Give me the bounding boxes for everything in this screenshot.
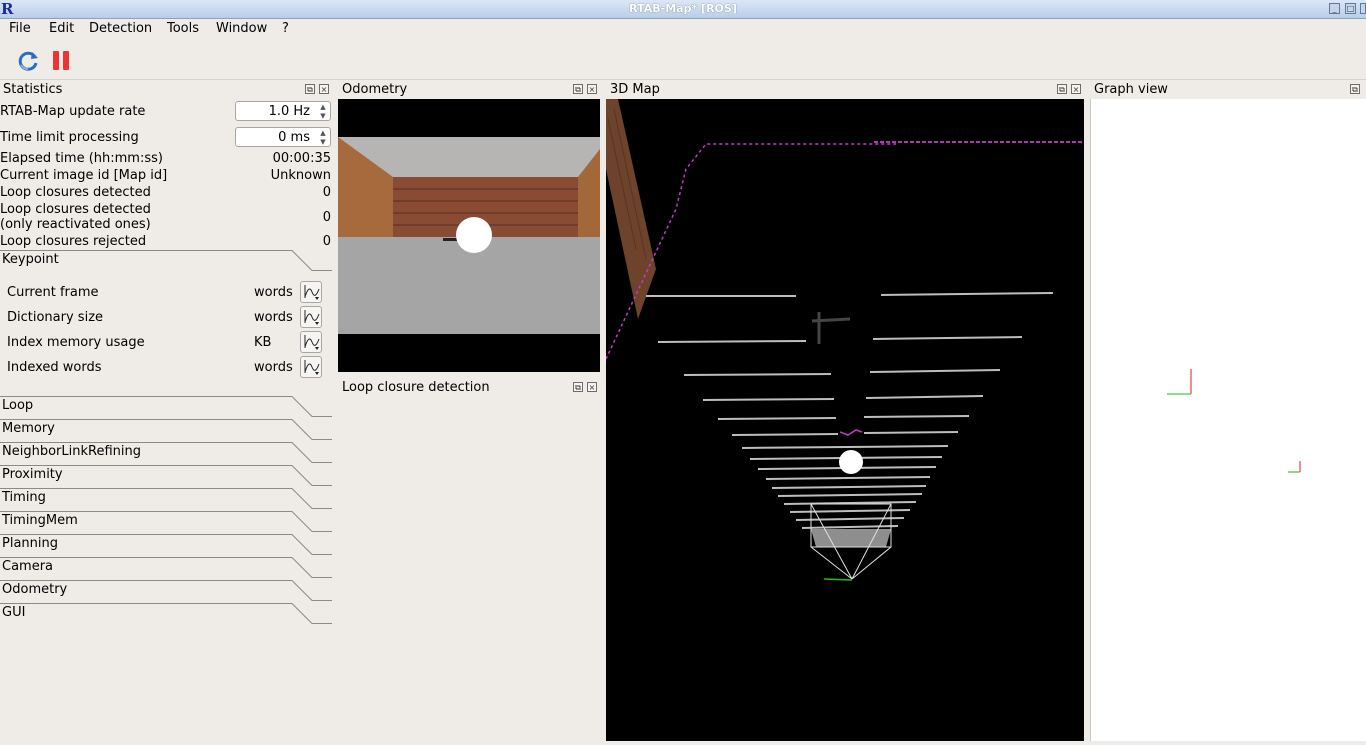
loop-closures-rejected-label: Loop closures rejected	[0, 234, 147, 249]
close-icon[interactable]: ×	[587, 382, 597, 392]
current-image-id-value: Unknown	[270, 168, 331, 183]
current-image-id-label: Current image id [Map id]	[0, 168, 168, 183]
section-odometry[interactable]: Odometry	[0, 580, 332, 602]
map3d-title: 3D Map	[610, 82, 660, 97]
section-neighborlinkrefining[interactable]: NeighborLinkRefining	[0, 442, 332, 464]
point-cloud	[605, 99, 1084, 581]
tab-edge	[0, 534, 332, 555]
loop-closures-detected-value: 0	[322, 185, 331, 200]
plot-button[interactable]	[300, 331, 322, 353]
plot-button[interactable]	[300, 281, 322, 303]
tab-edge	[0, 465, 332, 486]
tab-edge	[0, 419, 332, 440]
loop-closures-reactivated-value: 0	[322, 210, 331, 225]
spin-down-icon[interactable]: ▼	[318, 112, 328, 120]
menu-help[interactable]: ?	[282, 21, 289, 36]
float-icon[interactable]: ⧉	[573, 382, 583, 392]
refresh-icon[interactable]	[16, 49, 40, 73]
current-frame-unit: words	[254, 285, 293, 300]
time-limit-value: 0 ms	[278, 130, 310, 145]
close-icon[interactable]: ×	[319, 84, 329, 94]
indexed-words-label: Indexed words	[7, 360, 102, 375]
float-icon[interactable]: ⧉	[1057, 84, 1067, 94]
spin-down-icon[interactable]: ▼	[318, 138, 328, 146]
update-rate-label: RTAB-Map update rate	[0, 104, 146, 119]
graph-view[interactable]	[1090, 99, 1366, 741]
window-titlebar: RTAB-Map* [ROS]	[0, 0, 1366, 19]
maximize-button[interactable]: □	[1345, 3, 1356, 14]
loop-closures-reactivated-label: Loop closures detected (only reactivated…	[0, 202, 151, 232]
loop-closure-title: Loop closure detection	[342, 380, 490, 395]
loop-closures-rejected-value: 0	[322, 234, 331, 249]
time-limit-label: Time limit processing	[0, 130, 139, 145]
menu-window[interactable]: Window	[216, 21, 267, 36]
close-icon[interactable]: ×	[587, 84, 597, 94]
float-icon[interactable]: ⧉	[305, 84, 315, 94]
tab-edge	[0, 396, 332, 417]
close-icon[interactable]: ×	[1071, 84, 1081, 94]
odometry-title: Odometry	[342, 82, 408, 97]
elapsed-time-value: 00:00:35	[272, 151, 331, 166]
index-memory-label: Index memory usage	[7, 335, 145, 350]
update-rate-value: 1.0 Hz	[268, 104, 310, 119]
tab-edge	[0, 580, 332, 601]
current-frame-label: Current frame	[7, 285, 99, 300]
tab-edge	[0, 488, 332, 509]
tab-edge	[0, 557, 332, 578]
app-logo: R	[1, 0, 14, 18]
menu-edit[interactable]: Edit	[49, 21, 74, 36]
menu-bar: File Edit Detection Tools Window ?	[0, 19, 1366, 41]
float-icon[interactable]: ⧉	[1350, 84, 1360, 94]
close-window-button[interactable]	[1360, 3, 1366, 14]
plot-button[interactable]	[300, 356, 322, 378]
tab-edge	[0, 442, 332, 463]
section-loop[interactable]: Loop	[0, 396, 332, 418]
section-timing[interactable]: Timing	[0, 488, 332, 510]
section-planning[interactable]: Planning	[0, 534, 332, 556]
spin-up-icon[interactable]: ▲	[318, 103, 328, 111]
menu-tools[interactable]: Tools	[167, 21, 199, 36]
section-proximity[interactable]: Proximity	[0, 465, 332, 487]
float-icon[interactable]: ⧉	[573, 84, 583, 94]
elapsed-time-label: Elapsed time (hh:mm:ss)	[0, 151, 163, 166]
loop-closures-detected-label: Loop closures detected	[0, 185, 151, 200]
spin-up-icon[interactable]: ▲	[318, 129, 328, 137]
index-memory-unit: KB	[254, 335, 272, 350]
menu-detection[interactable]: Detection	[89, 21, 152, 36]
menu-file[interactable]: File	[9, 21, 31, 36]
dictionary-size-unit: words	[254, 310, 293, 325]
graph-title: Graph view	[1094, 82, 1168, 97]
map3d-view[interactable]	[605, 99, 1084, 741]
section-memory[interactable]: Memory	[0, 419, 332, 441]
section-timingmem[interactable]: TimingMem	[0, 511, 332, 533]
tab-edge	[0, 511, 332, 532]
window-title: RTAB-Map* [ROS]	[629, 2, 737, 15]
time-limit-spinbox[interactable]: 0 ms ▲ ▼	[235, 127, 331, 147]
tab-edge	[0, 250, 332, 271]
plot-button[interactable]	[300, 306, 322, 328]
graph-canvas	[1167, 369, 1301, 473]
section-gui[interactable]: GUI	[0, 603, 332, 625]
camera-image	[338, 99, 600, 372]
dictionary-size-label: Dictionary size	[7, 310, 104, 325]
odometry-camera-view[interactable]	[338, 99, 600, 372]
toolbar	[0, 41, 1366, 80]
indexed-words-unit: words	[254, 360, 293, 375]
section-camera[interactable]: Camera	[0, 557, 332, 579]
minimize-button[interactable]: _	[1329, 3, 1340, 14]
update-rate-spinbox[interactable]: 1.0 Hz ▲ ▼	[235, 101, 331, 121]
tab-edge	[0, 603, 332, 624]
section-keypoint[interactable]: Keypoint	[0, 250, 332, 272]
statistics-title: Statistics	[3, 82, 63, 97]
pause-icon[interactable]	[51, 50, 72, 71]
